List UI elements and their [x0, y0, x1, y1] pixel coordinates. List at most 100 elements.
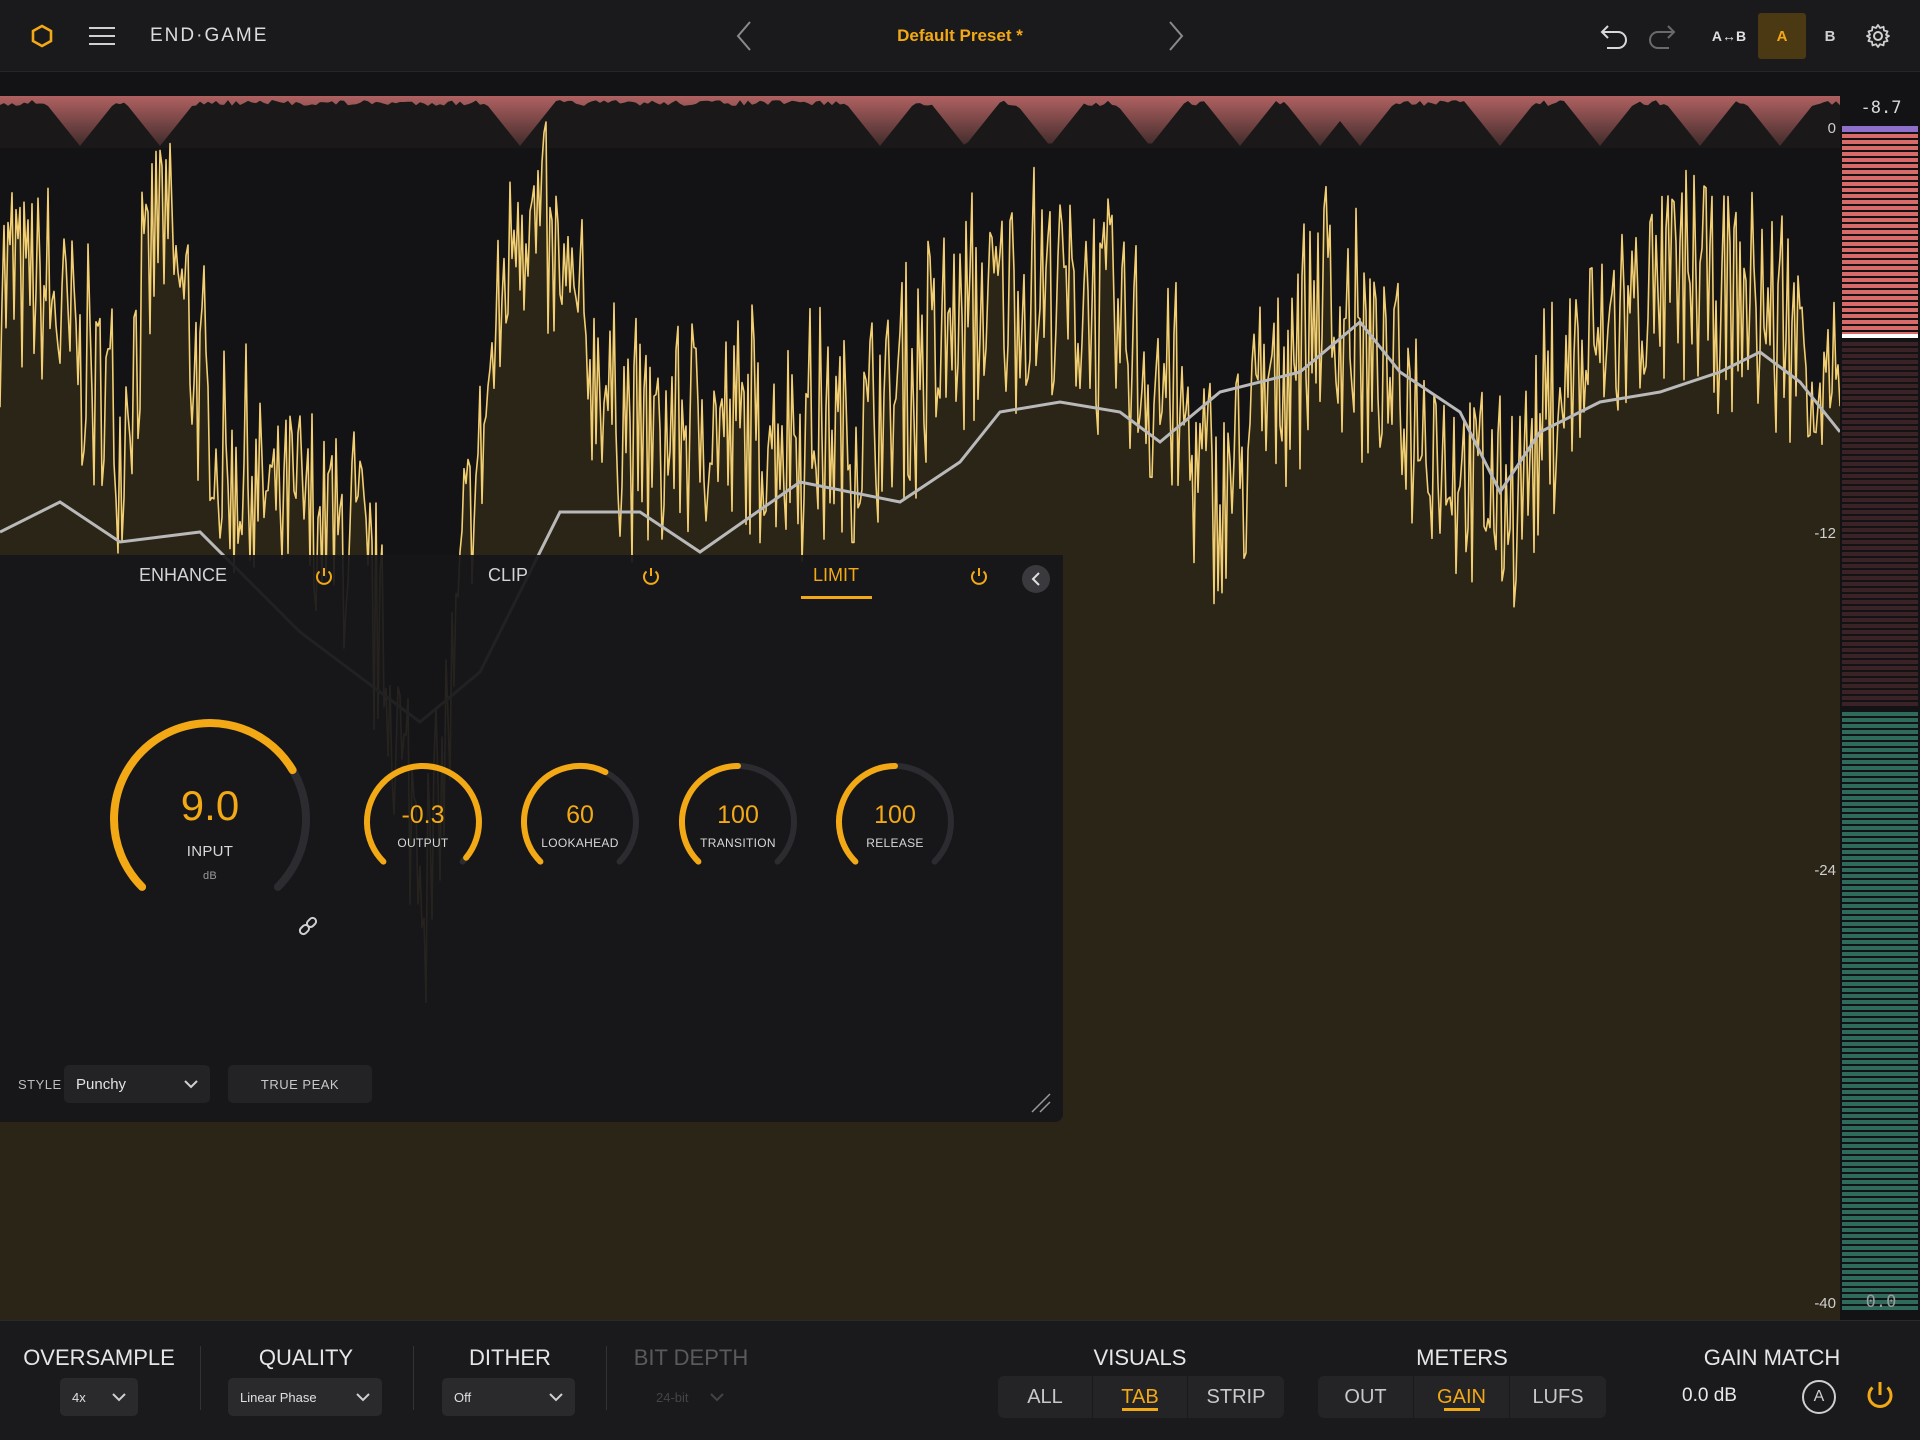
meter-segment — [1842, 850, 1918, 854]
gain-match-label: GAIN MATCH — [1703, 1345, 1841, 1370]
meter-segment — [1842, 648, 1918, 652]
meter-red-zone — [1842, 134, 1918, 336]
meter-segment — [1842, 736, 1918, 740]
quality-dropdown[interactable]: Linear Phase — [228, 1378, 382, 1416]
release-label: RELEASE — [866, 836, 924, 850]
meter-segment — [1842, 636, 1918, 640]
meter-segment — [1842, 772, 1918, 776]
meter-segment — [1842, 594, 1918, 598]
meter-segment — [1842, 778, 1918, 782]
meter-segment — [1842, 1066, 1918, 1070]
tab-clip[interactable]: CLIP — [468, 565, 548, 586]
meter-segment — [1842, 1252, 1918, 1256]
meter-segment — [1842, 420, 1918, 424]
resize-handle-icon[interactable] — [1030, 1092, 1052, 1114]
oversample-dropdown[interactable]: 4x — [60, 1378, 138, 1416]
tab-enhance[interactable]: ENHANCE — [128, 565, 238, 586]
meter-segment — [1842, 1054, 1918, 1058]
gear-icon[interactable] — [1858, 0, 1898, 72]
scale-label-24: -24 — [1814, 862, 1836, 879]
meter-segment — [1842, 1096, 1918, 1100]
preset-name[interactable]: Default Preset * — [840, 0, 1080, 72]
meter-segment — [1842, 164, 1918, 168]
visuals-strip-button[interactable]: STRIP — [1188, 1376, 1284, 1418]
meters-label: METERS — [1416, 1345, 1508, 1370]
slot-a-button[interactable]: A — [1758, 13, 1806, 59]
meter-segment — [1842, 1108, 1918, 1112]
power-icon[interactable] — [640, 566, 662, 588]
input-label: INPUT — [186, 843, 234, 860]
meter-segment — [1842, 1258, 1918, 1262]
meter-segment — [1842, 456, 1918, 460]
undo-icon[interactable] — [1594, 0, 1634, 72]
meter-segment — [1842, 266, 1918, 270]
meter-segment — [1842, 826, 1918, 830]
link-icon[interactable] — [296, 914, 320, 938]
meters-gain-button[interactable]: GAIN — [1414, 1376, 1510, 1418]
meter-segment — [1842, 570, 1918, 574]
meter-segment — [1842, 1036, 1918, 1040]
meter-segment — [1842, 516, 1918, 520]
lookahead-value: 60 — [566, 801, 594, 829]
meter-segment — [1842, 366, 1918, 370]
redo-icon[interactable] — [1642, 0, 1682, 72]
meter-segment — [1842, 666, 1918, 670]
bit-depth-dropdown: 24-bit — [644, 1378, 736, 1416]
meter-segment — [1842, 486, 1918, 490]
meter-segment — [1842, 326, 1918, 330]
meter-segment — [1842, 302, 1918, 306]
dither-dropdown[interactable]: Off — [442, 1378, 575, 1416]
meter-segment — [1842, 784, 1918, 788]
meter-segment — [1842, 754, 1918, 758]
meter-segment — [1842, 558, 1918, 562]
power-icon[interactable] — [968, 566, 990, 588]
meter-segment — [1842, 612, 1918, 616]
meter-segment — [1842, 188, 1918, 192]
true-peak-button[interactable]: TRUE PEAK — [228, 1065, 372, 1103]
chevron-right-icon[interactable] — [1158, 0, 1194, 72]
collapse-panel-button[interactable] — [1022, 565, 1050, 593]
chevron-left-icon[interactable] — [726, 0, 762, 72]
meter-peak-readout: -8.7 — [1860, 98, 1902, 118]
ab-copy-button[interactable]: A↔B — [1702, 0, 1756, 72]
hexagon-icon[interactable] — [22, 0, 62, 72]
gain-match-auto-button[interactable]: A — [1802, 1380, 1836, 1414]
meter-segment — [1842, 1210, 1918, 1214]
output-label: OUTPUT — [397, 836, 449, 850]
meter-segment — [1842, 922, 1918, 926]
meter-segment — [1842, 856, 1918, 860]
chevron-down-icon — [112, 1392, 126, 1401]
meter-segment — [1842, 898, 1918, 902]
gain-match-value[interactable]: 0.0 dB — [1682, 1385, 1737, 1407]
visuals-tab-button[interactable]: TAB — [1093, 1376, 1188, 1418]
meter-segment — [1842, 796, 1918, 800]
visuals-all-button[interactable]: ALL — [998, 1376, 1093, 1418]
meter-segment — [1842, 540, 1918, 544]
tab-limit[interactable]: LIMIT — [796, 565, 876, 586]
meter-segment — [1842, 940, 1918, 944]
meters-out-button[interactable]: OUT — [1318, 1376, 1414, 1418]
meter-dark-zone — [1842, 342, 1918, 706]
meter-segment — [1842, 844, 1918, 848]
meter-segment — [1842, 1144, 1918, 1148]
meter-segment — [1842, 748, 1918, 752]
meter-segment — [1842, 230, 1918, 234]
hamburger-icon[interactable] — [82, 0, 122, 72]
meter-segment — [1842, 1180, 1918, 1184]
meter-segment — [1842, 1216, 1918, 1220]
meter-segment — [1842, 928, 1918, 932]
meter-segment — [1842, 838, 1918, 842]
meter-segment — [1842, 152, 1918, 156]
slot-b-button[interactable]: B — [1810, 0, 1850, 72]
meter-segment — [1842, 1012, 1918, 1016]
power-icon[interactable] — [313, 566, 335, 588]
meters-lufs-button[interactable]: LUFS — [1510, 1376, 1606, 1418]
chevron-down-icon — [710, 1392, 724, 1401]
style-dropdown[interactable]: Punchy — [64, 1065, 210, 1103]
input-value: 9.0 — [180, 782, 240, 829]
power-icon[interactable] — [1862, 1378, 1898, 1414]
tab-limit-indicator — [801, 596, 872, 599]
meter-segment — [1842, 134, 1918, 138]
meter-threshold-line[interactable] — [1842, 334, 1918, 338]
meter-segment — [1842, 1000, 1918, 1004]
